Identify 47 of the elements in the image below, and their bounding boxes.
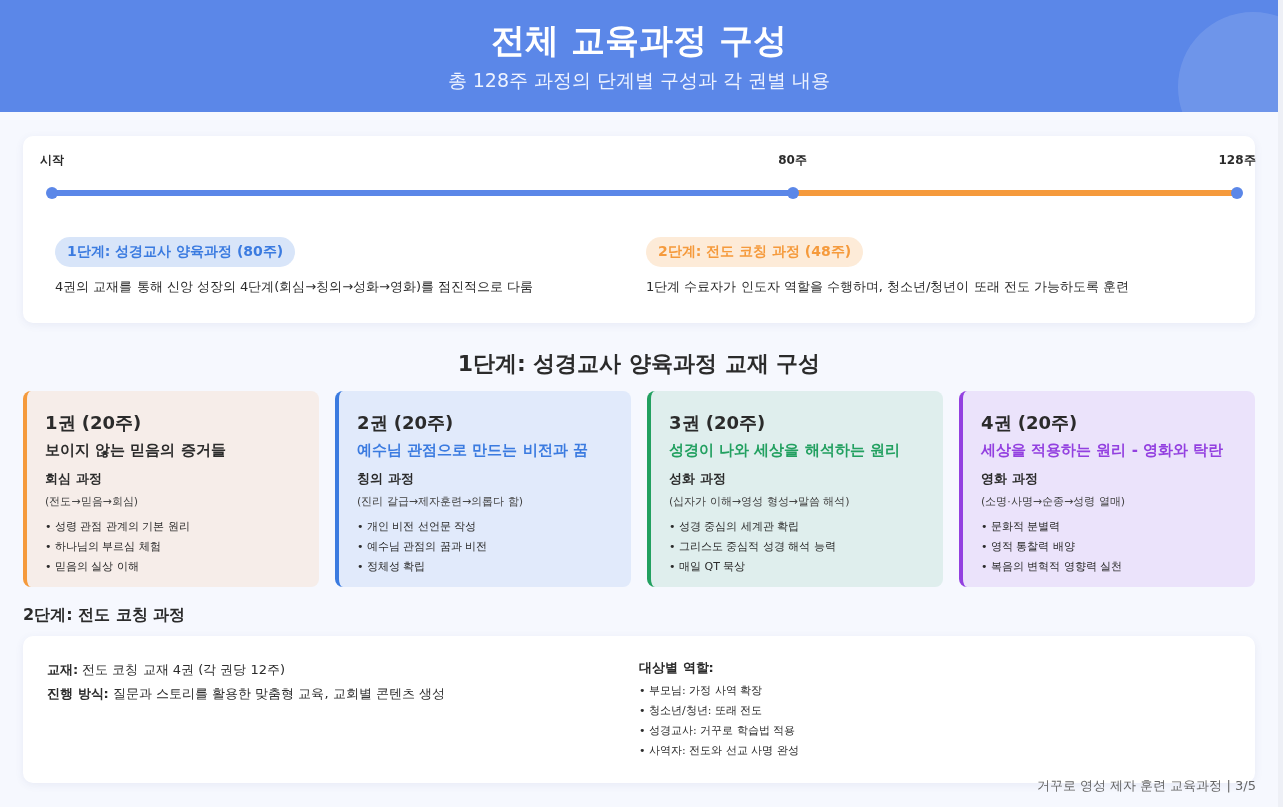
book-point: • 개인 비전 선언문 작성: [357, 519, 477, 535]
book-flow: (십자가 이해→영성 형성→말씀 해석): [669, 494, 850, 509]
coaching-detail: 교재: 전도 코칭 교재 4권 (각 권당 12주): [47, 661, 286, 679]
phase-badge: 1단계: 성경교사 양육과정 (80주): [55, 237, 296, 267]
book-volume: 3권 (20주): [669, 411, 766, 435]
book-volume: 4권 (20주): [981, 411, 1078, 435]
book-point: • 하나님의 부르심 체험: [45, 539, 161, 555]
book-point: • 예수님 관점의 꿈과 비전: [357, 539, 488, 555]
section-heading: 2단계: 전도 코칭 과정: [23, 605, 187, 626]
role-item: • 성경교사: 거꾸로 학습법 적용: [639, 723, 796, 739]
role-item: • 부모님: 가정 사역 확장: [639, 683, 763, 699]
book-point: • 믿음의 실상 이해: [45, 559, 139, 575]
book-title: 세상을 적용하는 원리 - 영화와 탁란: [981, 441, 1224, 460]
book-title: 예수님 관점으로 만드는 비전과 꿈: [357, 441, 588, 460]
book-point: • 영적 통찰력 배양: [981, 539, 1075, 555]
book-flow: (전도→믿음→회심): [45, 494, 139, 509]
timeline-label: 시작: [40, 152, 64, 169]
book-volume: 2권 (20주): [357, 411, 454, 435]
book-stage: 영화 과정: [981, 470, 1038, 488]
book-point: • 성경 중심의 세계관 확립: [669, 519, 800, 535]
section-title: 1단계: 성경교사 양육과정 교재 구성: [456, 350, 822, 378]
book-volume: 1권 (20주): [45, 411, 142, 435]
book-stage: 칭의 과정: [357, 470, 414, 488]
book-flow: (진리 갈급→제자훈련→의롭다 함): [357, 494, 523, 509]
timeline-label: 128주: [1218, 152, 1256, 169]
phase-description: 4권의 교재를 통해 신앙 성장의 4단계(회심→칭의→성화→영화)를 점진적으로 다룸: [55, 278, 534, 296]
book-point: • 복음의 변혁적 영향력 실천: [981, 559, 1123, 575]
role-item: • 사역자: 전도와 선교 사명 완성: [639, 743, 799, 759]
book-point: • 매일 QT 묵상: [669, 559, 746, 575]
book-point: • 성령 관점 관계의 기본 원리: [45, 519, 190, 535]
roles-title: 대상별 역할:: [639, 659, 714, 677]
book-flow: (소명·사명→순종→성령 열매): [981, 494, 1125, 509]
book-point: • 정체성 확립: [357, 559, 426, 575]
coaching-detail: 진행 방식: 질문과 스토리를 활용한 맞춤형 교육, 교회별 콘텐츠 생성: [47, 685, 445, 703]
book-stage: 성화 과정: [669, 470, 726, 488]
book-title: 성경이 나와 세상을 해석하는 원리: [669, 441, 900, 460]
book-point: • 그리스도 중심적 성경 해석 능력: [669, 539, 836, 555]
timeline-label: 80주: [778, 152, 807, 169]
role-item: • 청소년/청년: 또래 전도: [639, 703, 763, 719]
footer-text: 거꾸로 영성 제자 훈련 교육과정 | 3/5: [1036, 777, 1256, 795]
book-stage: 회심 과정: [45, 470, 102, 488]
book-title: 보이지 않는 믿음의 증거들: [45, 441, 226, 460]
phase-description: 1단계 수료자가 인도자 역할을 수행하며, 청소년/청년이 또래 전도 가능하도록 훈련: [646, 278, 1129, 296]
phase-badge: 2단계: 전도 코칭 과정 (48주): [646, 237, 864, 267]
book-point: • 문화적 분별력: [981, 519, 1061, 535]
page-title: 전체 교육과정 구성: [491, 19, 787, 62]
page-subtitle: 총 128주 과정의 단계별 구성과 각 권별 내용: [447, 68, 831, 93]
